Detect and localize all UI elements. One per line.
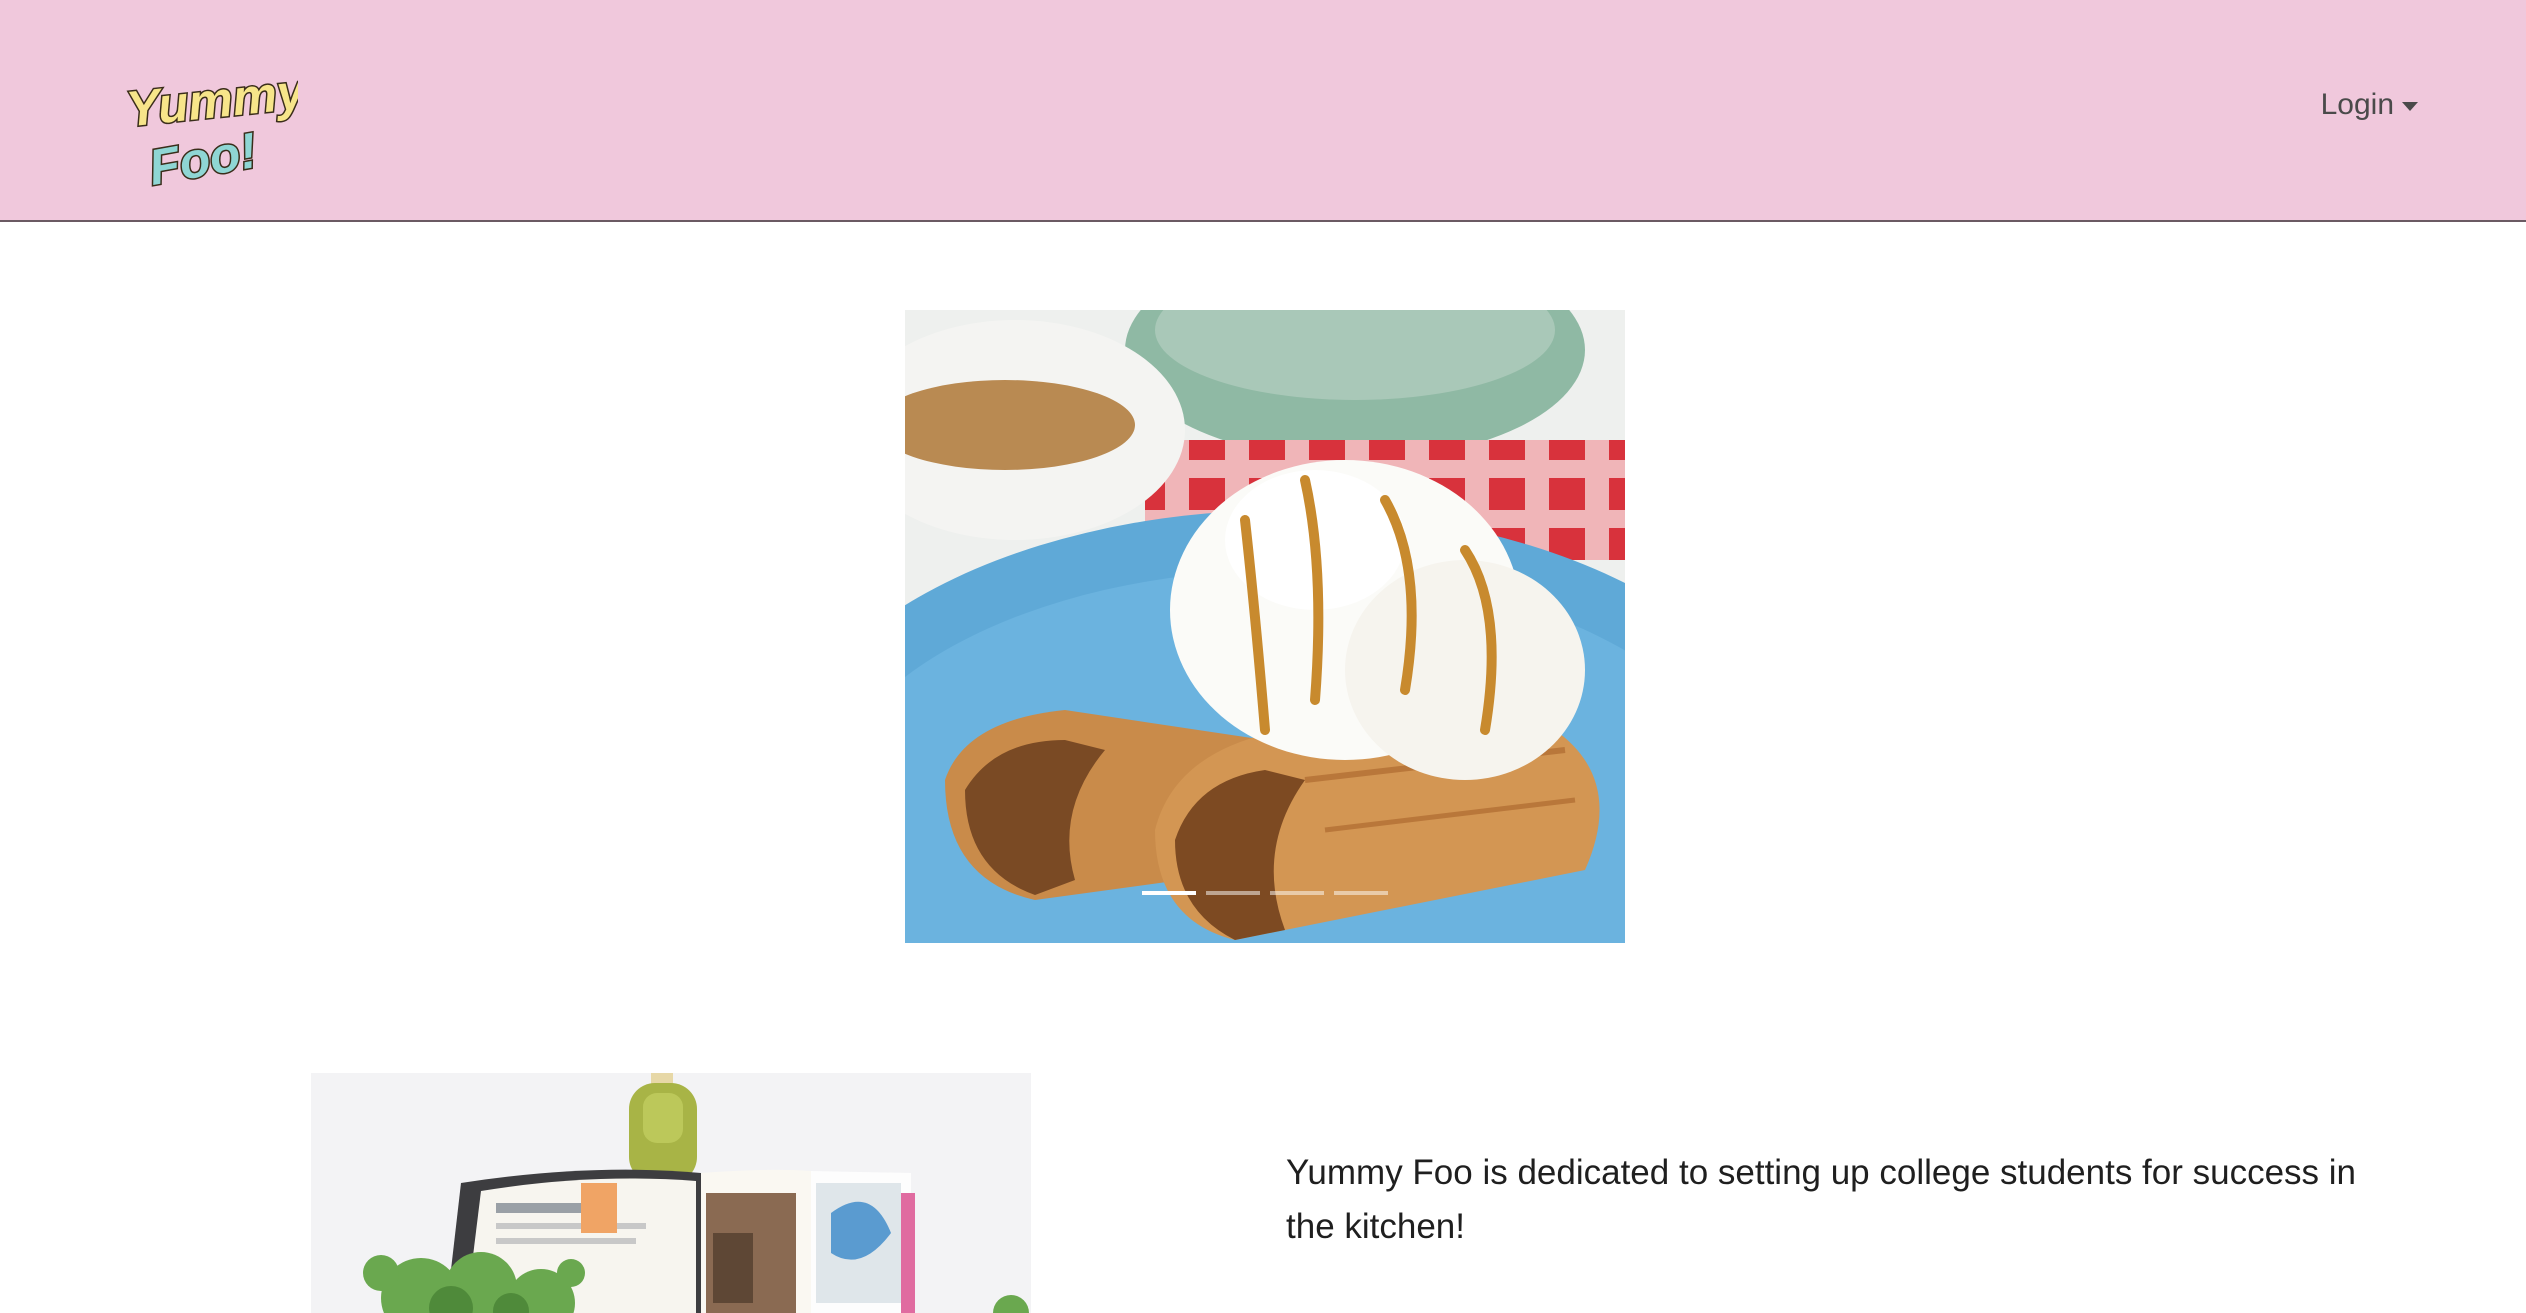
carousel-slide-image bbox=[905, 310, 1625, 943]
carousel-indicator-2[interactable] bbox=[1206, 891, 1260, 895]
login-label: Login bbox=[2320, 88, 2394, 121]
navbar: Yummy Foo! Login bbox=[0, 0, 2526, 222]
carousel-indicator-1[interactable] bbox=[1142, 891, 1196, 895]
login-dropdown[interactable]: Login bbox=[2321, 88, 2418, 122]
cookbook-graphic bbox=[311, 1073, 1031, 1313]
caret-down-icon bbox=[2402, 101, 2418, 111]
carousel-indicator-3[interactable] bbox=[1270, 891, 1324, 895]
about-tagline: Yummy Foo is dedicated to setting up col… bbox=[1286, 1153, 2357, 1246]
carousel-indicators bbox=[905, 891, 1625, 895]
logo-graphic: Yummy Foo! bbox=[122, 61, 311, 197]
svg-text:Yummy: Yummy bbox=[124, 63, 298, 138]
brand-logo[interactable]: Yummy Foo! bbox=[118, 40, 311, 197]
hero-carousel[interactable] bbox=[905, 310, 1625, 943]
carousel-indicator-4[interactable] bbox=[1334, 891, 1388, 895]
cookbook-image bbox=[311, 1073, 1031, 1313]
